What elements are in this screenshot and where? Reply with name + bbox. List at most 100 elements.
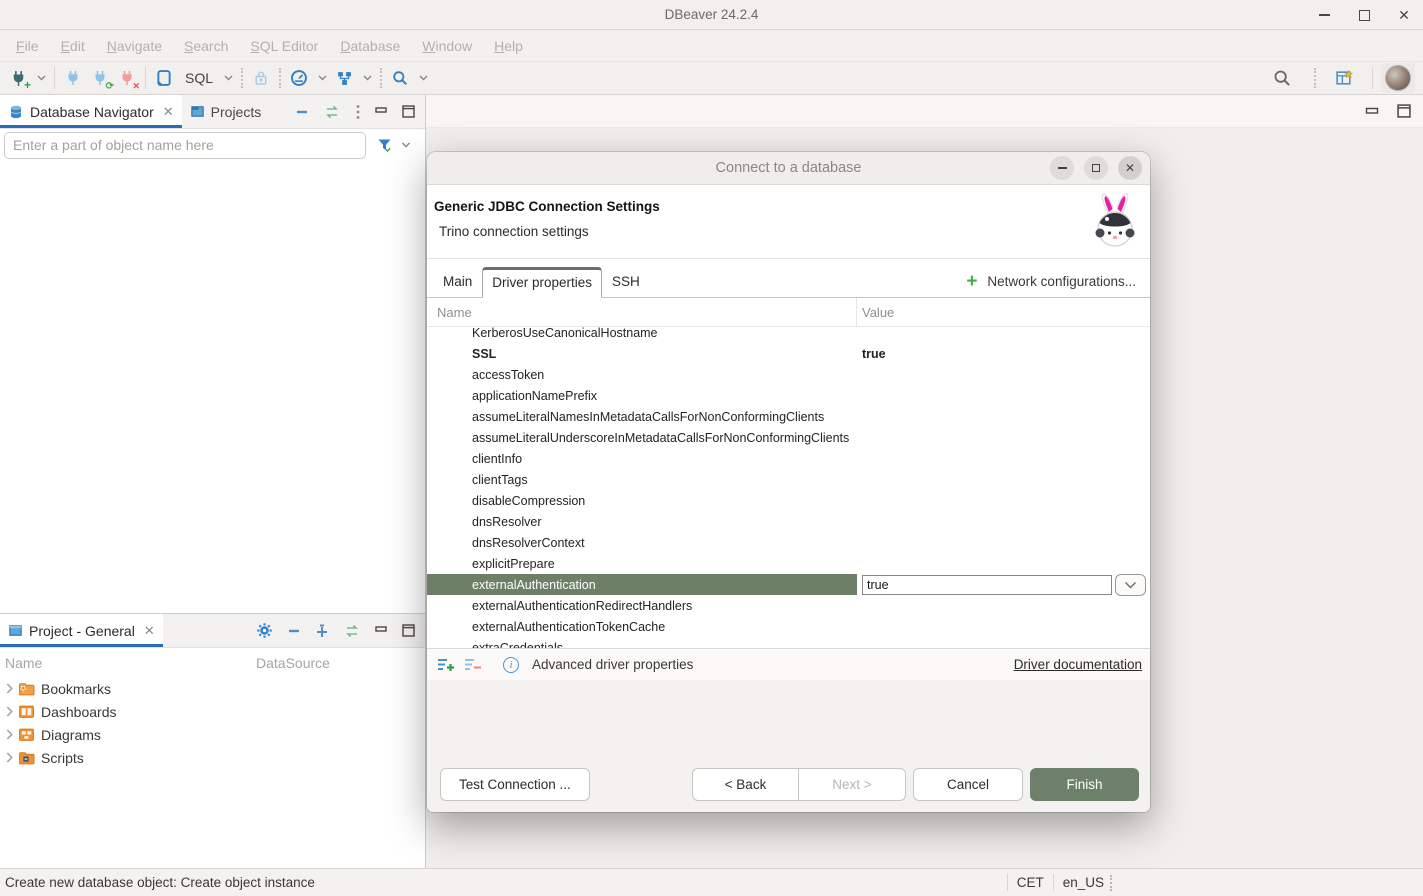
dialog-close-button[interactable]: ✕ bbox=[1118, 156, 1142, 180]
reconnect-plug-icon[interactable]: ⟳ bbox=[90, 66, 110, 90]
connect-plug-icon[interactable] bbox=[63, 66, 83, 90]
toolbar-dotted-separator bbox=[279, 68, 281, 88]
property-row[interactable]: clientInfo bbox=[427, 448, 1150, 469]
navigator-tree[interactable] bbox=[0, 161, 425, 613]
window-minimize-button[interactable] bbox=[1315, 6, 1333, 24]
status-locale[interactable]: en_US bbox=[1063, 875, 1104, 890]
tab-project-general[interactable]: Project - General ✕ bbox=[0, 614, 163, 647]
property-value-dropdown-button[interactable] bbox=[1115, 574, 1146, 596]
chevron-right-icon[interactable] bbox=[5, 729, 14, 740]
collapse-all-icon[interactable] bbox=[295, 105, 309, 119]
property-row[interactable]: dnsResolver bbox=[427, 511, 1150, 532]
minimize-editor-icon[interactable] bbox=[1365, 106, 1379, 117]
menu-sql-editor[interactable]: SQL Editor bbox=[240, 33, 328, 59]
property-row[interactable]: KerberosUseCanonicalHostname bbox=[427, 327, 1150, 343]
sql-dropdown-icon[interactable] bbox=[224, 75, 233, 81]
tree-item-bookmarks[interactable]: Bookmarks bbox=[0, 677, 425, 700]
property-row[interactable]: SSLtrue bbox=[427, 343, 1150, 364]
global-search-icon[interactable] bbox=[1272, 66, 1292, 90]
property-row[interactable]: extraCredentials bbox=[427, 637, 1150, 648]
property-row[interactable]: accessToken bbox=[427, 364, 1150, 385]
driver-manager-icon[interactable] bbox=[334, 66, 354, 90]
link-with-editor-icon[interactable] bbox=[343, 624, 361, 638]
tab-ssh[interactable]: SSH bbox=[602, 267, 650, 297]
search-dropdown-icon[interactable] bbox=[419, 75, 428, 81]
finish-button[interactable]: Finish bbox=[1030, 768, 1139, 801]
new-connection-plug-icon[interactable]: + bbox=[8, 66, 28, 90]
remove-property-icon[interactable] bbox=[464, 657, 482, 672]
new-connection-dropdown-icon[interactable] bbox=[37, 75, 46, 81]
tab-main[interactable]: Main bbox=[433, 267, 482, 297]
column-name[interactable]: Name bbox=[427, 298, 857, 326]
tab-close-icon[interactable]: ✕ bbox=[163, 104, 174, 120]
status-timezone[interactable]: CET bbox=[1017, 875, 1044, 890]
window-close-button[interactable]: ✕ bbox=[1395, 6, 1413, 24]
tree-item-label: Dashboards bbox=[41, 704, 117, 720]
column-name[interactable]: Name bbox=[0, 655, 256, 671]
auto-commit-lock-icon[interactable] bbox=[251, 66, 271, 90]
driver-documentation-link[interactable]: Driver documentation bbox=[1014, 657, 1142, 672]
property-row[interactable]: explicitPrepare bbox=[427, 553, 1150, 574]
tab-database-navigator[interactable]: Database Navigator ✕ bbox=[0, 95, 182, 128]
maximize-panel-icon[interactable] bbox=[402, 624, 415, 637]
tree-item-diagrams[interactable]: Diagrams bbox=[0, 723, 425, 746]
add-property-icon[interactable] bbox=[437, 657, 455, 672]
settings-gear-icon[interactable] bbox=[256, 622, 273, 639]
property-row[interactable]: assumeLiteralUnderscoreInMetadataCallsFo… bbox=[427, 427, 1150, 448]
search-db-icon[interactable] bbox=[390, 66, 410, 90]
user-avatar[interactable] bbox=[1381, 63, 1415, 93]
maximize-editor-icon[interactable] bbox=[1397, 104, 1411, 118]
disconnect-plug-icon[interactable]: ✕ bbox=[117, 66, 137, 90]
tab-close-icon[interactable]: ✕ bbox=[144, 623, 155, 639]
chevron-right-icon[interactable] bbox=[5, 706, 14, 717]
driver-manager-dropdown-icon[interactable] bbox=[363, 75, 372, 81]
menu-help[interactable]: Help bbox=[484, 33, 533, 59]
view-menu-icon[interactable] bbox=[355, 104, 361, 120]
network-configurations-button[interactable]: + Network configurations... bbox=[966, 274, 1142, 297]
column-datasource[interactable]: DataSource bbox=[256, 655, 425, 671]
menu-edit[interactable]: Edit bbox=[51, 33, 95, 59]
property-row[interactable]: externalAuthenticationRedirectHandlers bbox=[427, 595, 1150, 616]
dashboard-dropdown-icon[interactable] bbox=[318, 75, 327, 81]
property-row-selected[interactable]: externalAuthentication bbox=[427, 574, 1150, 595]
back-button[interactable]: < Back bbox=[692, 768, 799, 801]
maximize-panel-icon[interactable] bbox=[402, 105, 415, 118]
sql-editor-icon[interactable] bbox=[154, 66, 174, 90]
menu-search[interactable]: Search bbox=[174, 33, 238, 59]
tree-item-scripts[interactable]: Scripts bbox=[0, 746, 425, 769]
property-row[interactable]: dnsResolverContext bbox=[427, 532, 1150, 553]
property-row[interactable]: externalAuthenticationTokenCache bbox=[427, 616, 1150, 637]
property-row[interactable]: assumeLiteralNamesInMetadataCallsForNonC… bbox=[427, 406, 1150, 427]
dialog-titlebar[interactable]: Connect to a database ✕ bbox=[427, 152, 1150, 185]
menu-window[interactable]: Window bbox=[412, 33, 482, 59]
object-filter-input[interactable] bbox=[4, 132, 366, 159]
minimize-panel-icon[interactable] bbox=[375, 106, 388, 117]
property-row[interactable]: clientTags bbox=[427, 469, 1150, 490]
menu-navigate[interactable]: Navigate bbox=[97, 33, 172, 59]
dashboard-gauge-icon[interactable] bbox=[289, 66, 309, 90]
property-row[interactable]: applicationNamePrefix bbox=[427, 385, 1150, 406]
test-connection-button[interactable]: Test Connection ... bbox=[440, 768, 590, 801]
property-value-input[interactable] bbox=[862, 575, 1112, 595]
collapse-all-icon[interactable] bbox=[287, 624, 301, 638]
tree-item-dashboards[interactable]: Dashboards bbox=[0, 700, 425, 723]
property-row[interactable]: disableCompression bbox=[427, 490, 1150, 511]
column-value[interactable]: Value bbox=[857, 305, 1150, 320]
link-with-editor-icon[interactable] bbox=[323, 105, 341, 119]
show-view-icon[interactable] bbox=[1334, 66, 1354, 90]
next-button[interactable]: Next > bbox=[799, 768, 906, 801]
expand-all-icon[interactable] bbox=[315, 624, 329, 638]
cancel-button[interactable]: Cancel bbox=[913, 768, 1023, 801]
tab-driver-properties[interactable]: Driver properties bbox=[482, 267, 602, 298]
menu-database[interactable]: Database bbox=[330, 33, 410, 59]
chevron-right-icon[interactable] bbox=[5, 752, 14, 763]
tab-projects[interactable]: Projects bbox=[182, 95, 270, 128]
minimize-panel-icon[interactable] bbox=[375, 625, 388, 636]
filter-settings-button[interactable] bbox=[366, 137, 421, 153]
dialog-maximize-button[interactable] bbox=[1084, 156, 1108, 180]
chevron-right-icon[interactable] bbox=[5, 683, 14, 694]
dialog-minimize-button[interactable] bbox=[1050, 156, 1074, 180]
sql-toolbar-label[interactable]: SQL bbox=[185, 70, 213, 86]
window-maximize-button[interactable] bbox=[1355, 6, 1373, 24]
menu-file[interactable]: File bbox=[6, 33, 49, 59]
